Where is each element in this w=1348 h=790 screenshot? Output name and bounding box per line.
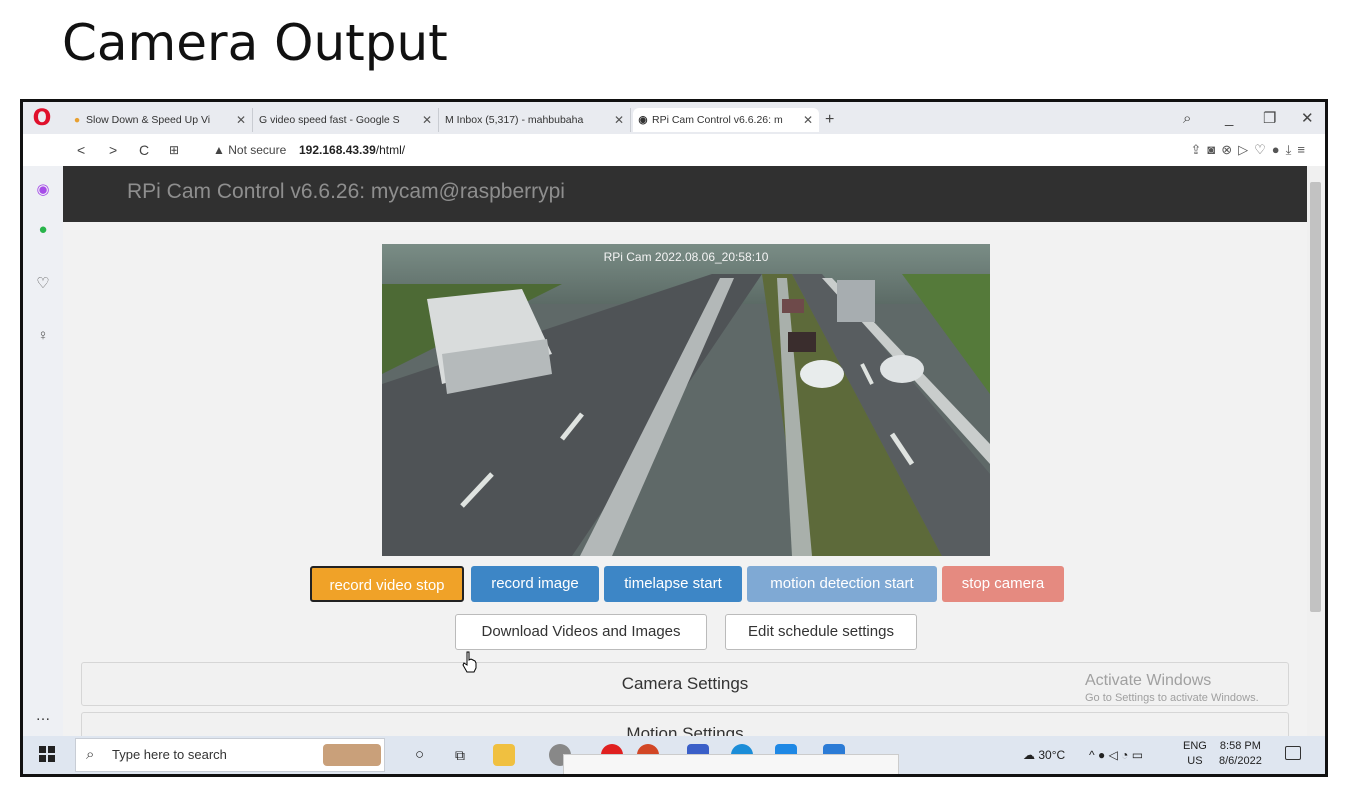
close-icon[interactable]: ✕ <box>422 108 432 132</box>
lightbulb-icon[interactable]: ♀ <box>33 326 53 346</box>
security-indicator[interactable]: ▲ Not secure <box>213 140 286 160</box>
hand-cursor-icon <box>462 651 477 673</box>
tab-label: M Inbox (5,317) - mahbubaha <box>445 114 584 126</box>
taskbar-clock[interactable]: 8:58 PM 8/6/2022 <box>1219 739 1262 769</box>
chevron-up-icon: ^ <box>1089 748 1095 762</box>
activate-title: Activate Windows <box>1085 672 1212 689</box>
activate-windows-watermark: Activate Windows Go to Settings to activ… <box>1085 672 1259 704</box>
timelapse-start-button[interactable]: timelapse start <box>604 566 742 602</box>
download-videos-images-button[interactable]: Download Videos and Images <box>455 614 707 650</box>
rpi-cam-page: RPi Cam Control v6.6.26: mycam@raspberry… <box>63 166 1307 736</box>
tray-icons[interactable]: ^ ● ◁ ◔ ▭ <box>1089 736 1143 774</box>
minimize-icon[interactable]: _ <box>1225 108 1233 130</box>
globe-icon: ◉ <box>638 114 648 126</box>
recording-toolbar[interactable] <box>563 754 899 774</box>
address-bar-actions: ⇪◙⊗▷♡●⤓≡ <box>1190 140 1311 160</box>
close-icon[interactable]: ✕ <box>614 108 624 132</box>
clock-time: 8:58 PM <box>1219 740 1261 752</box>
tab-google[interactable]: G video speed fast - Google S ✕ <box>255 108 439 132</box>
heart-icon[interactable]: ♡ <box>33 274 53 294</box>
not-secure-label: Not secure <box>228 143 287 157</box>
new-tab-button[interactable]: + <box>825 108 834 132</box>
easy-setup-icon[interactable]: ≡ <box>1297 142 1311 157</box>
forward-icon[interactable]: > <box>109 140 117 160</box>
restore-icon[interactable]: ❐ <box>1263 108 1276 130</box>
speed-dial-icon[interactable]: ⊞ <box>169 140 179 160</box>
tab-gmail[interactable]: M Inbox (5,317) - mahbubaha ✕ <box>441 108 631 132</box>
share-icon[interactable]: ⇪ <box>1190 142 1207 157</box>
screenshot-frame: O ● Slow Down & Speed Up Vi ✕ G video spee… <box>20 99 1328 777</box>
file-explorer-icon[interactable] <box>493 744 515 766</box>
opera-sidebar: ◉ ● ♡ ♀ … <box>23 166 63 736</box>
volume-icon: ◁ <box>1108 748 1118 762</box>
close-icon[interactable]: ✕ <box>803 108 813 132</box>
slide-title: Camera Output <box>62 14 448 72</box>
url-host: 192.168.43.39 <box>299 143 376 157</box>
url-field[interactable]: 192.168.43.39/html/ <box>299 140 405 160</box>
weather-indicator[interactable]: ☁ 30°C <box>1023 736 1065 774</box>
battery-icon: ▭ <box>1131 748 1144 762</box>
back-icon[interactable]: < <box>77 140 85 160</box>
lang-primary: ENG <box>1183 740 1207 752</box>
page-scrollbar[interactable] <box>1307 166 1325 736</box>
reload-icon[interactable]: C <box>139 140 149 160</box>
page-title: RPi Cam Control v6.6.26: mycam@raspberry… <box>127 180 565 203</box>
camera-icon[interactable]: ◙ <box>1207 142 1221 157</box>
record-image-button[interactable]: record image <box>471 566 599 602</box>
url-path: /html/ <box>375 143 406 157</box>
weather-temp: 30°C <box>1038 748 1066 762</box>
cortana-icon[interactable]: ○ <box>415 736 424 774</box>
edit-schedule-settings-button[interactable]: Edit schedule settings <box>725 614 917 650</box>
language-indicator[interactable]: ENG US <box>1183 739 1207 769</box>
task-view-icon[interactable]: ⧉ <box>455 736 465 774</box>
tab-label: RPi Cam Control v6.6.26: m <box>652 114 783 126</box>
tab-slow-down[interactable]: ● Slow Down & Speed Up Vi ✕ <box>67 108 253 132</box>
opera-logo-icon[interactable]: O <box>31 108 53 130</box>
search-icon: ⌕ <box>86 746 95 763</box>
lang-secondary: US <box>1187 755 1203 767</box>
send-icon[interactable]: ▷ <box>1238 142 1254 157</box>
search-placeholder: Type here to search <box>112 747 227 762</box>
camera-preview: RPi Cam 2022.08.06_20:58:10 <box>382 244 990 556</box>
close-icon[interactable]: ✕ <box>236 108 246 132</box>
notifications-icon[interactable] <box>1285 746 1301 760</box>
search-highlight-image <box>323 744 381 766</box>
scrollbar-thumb[interactable] <box>1310 182 1321 612</box>
mic-icon: ● <box>1097 748 1106 762</box>
more-icon[interactable]: … <box>33 706 53 726</box>
tab-bar: O ● Slow Down & Speed Up Vi ✕ G video spee… <box>23 102 1325 134</box>
whatsapp-icon[interactable]: ● <box>33 220 53 240</box>
motion-detection-start-button[interactable]: motion detection start <box>747 566 937 602</box>
messenger-icon[interactable]: ◉ <box>33 180 53 200</box>
adblock-icon[interactable]: ⊗ <box>1221 142 1238 157</box>
profile-icon[interactable]: ● <box>1272 142 1286 157</box>
tab-label: G video speed fast - Google S <box>259 114 400 126</box>
windows-start-icon[interactable] <box>39 746 55 762</box>
drops-icon: ● <box>73 114 81 126</box>
heart-icon[interactable]: ♡ <box>1254 142 1272 157</box>
download-icon[interactable]: ⤓ <box>1286 142 1298 157</box>
activate-subtitle: Go to Settings to activate Windows. <box>1085 692 1259 704</box>
search-tabs-icon[interactable]: ⌕ <box>1183 108 1191 130</box>
record-video-stop-button[interactable]: record video stop <box>310 566 464 602</box>
page-header: RPi Cam Control v6.6.26: mycam@raspberry… <box>63 166 1307 222</box>
tab-rpi-cam[interactable]: ◉ RPi Cam Control v6.6.26: m ✕ <box>633 108 819 132</box>
camera-image <box>382 244 990 556</box>
motion-settings-panel[interactable]: Motion Settings <box>81 712 1289 736</box>
tab-label: Slow Down & Speed Up Vi <box>86 114 211 126</box>
wifi-icon: ◔ <box>1121 748 1129 762</box>
cloud-icon: ☁ <box>1023 748 1035 762</box>
camera-timestamp-overlay: RPi Cam 2022.08.06_20:58:10 <box>603 250 769 264</box>
stop-camera-button[interactable]: stop camera <box>942 566 1064 602</box>
address-bar: < > C ⊞ ▲ Not secure 192.168.43.39/html/… <box>23 134 1325 167</box>
warning-icon: ▲ <box>213 143 225 157</box>
close-window-icon[interactable]: ✕ <box>1301 108 1314 130</box>
clock-date: 8/6/2022 <box>1219 755 1262 767</box>
